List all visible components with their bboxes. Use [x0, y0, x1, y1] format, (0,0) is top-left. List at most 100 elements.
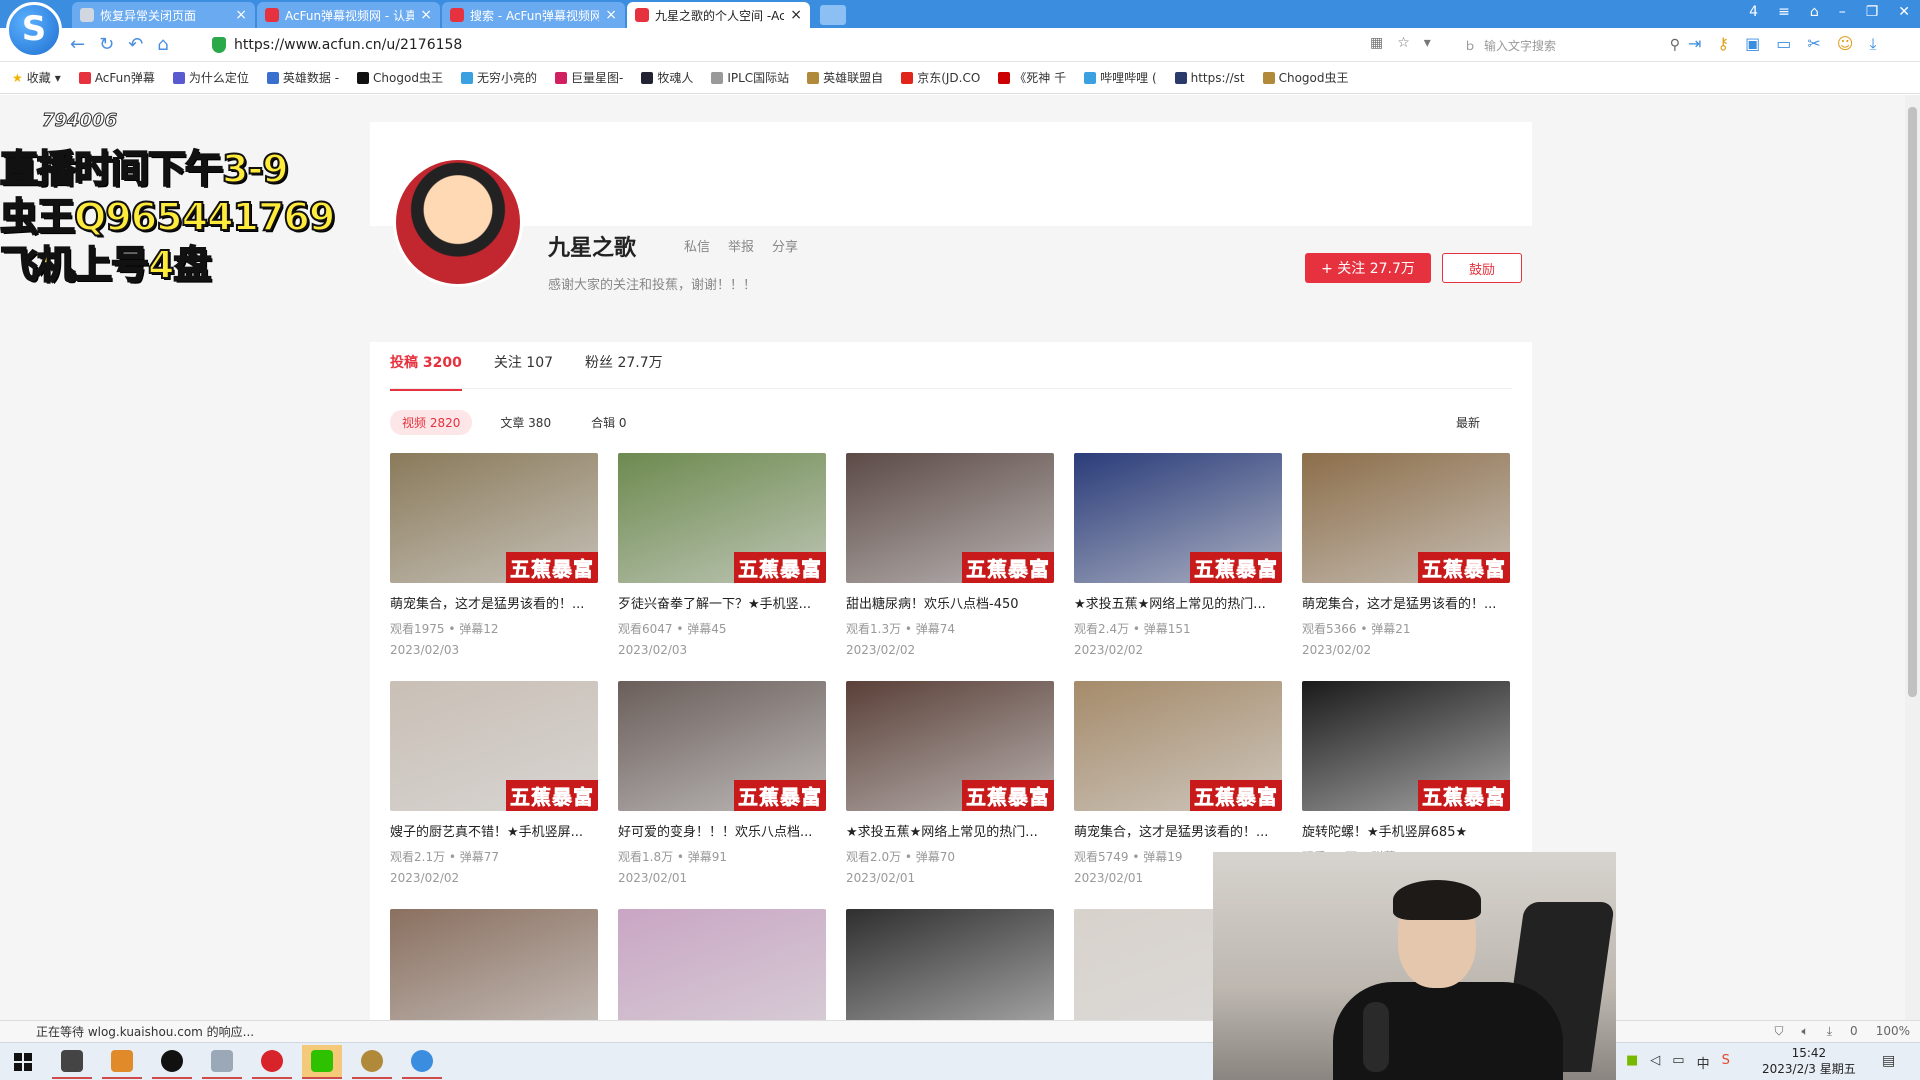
close-icon[interactable]: ×: [605, 7, 617, 23]
bookmark-item[interactable]: 牧魂人: [641, 69, 693, 86]
subtab-articles[interactable]: 文章 380: [488, 410, 563, 435]
taskbar-app[interactable]: [102, 1045, 142, 1079]
subtab-collections[interactable]: 合辑 0: [579, 410, 638, 435]
tab-restore[interactable]: 恢复异常关闭页面 ×: [72, 2, 255, 28]
video-title[interactable]: 萌宠集合，这才是猛男该看的！...: [1302, 593, 1510, 612]
bookmark-item[interactable]: 英雄联盟自: [807, 69, 883, 86]
download-icon[interactable]: ⤓: [1869, 34, 1876, 54]
video-title[interactable]: 萌宠集合，这才是猛男该看的！...: [1074, 821, 1282, 840]
video-title[interactable]: 歹徒兴奋拳了解一下？★手机竖...: [618, 593, 826, 612]
clock[interactable]: 15:42 2023/2/3 星期五: [1762, 1045, 1856, 1077]
video-thumbnail[interactable]: 五蕉暴富: [1302, 681, 1510, 811]
follow-button[interactable]: + 关注 27.7万: [1305, 253, 1431, 283]
qr-icon[interactable]: ▦: [1370, 35, 1383, 51]
translate-icon[interactable]: ▣: [1745, 34, 1760, 54]
video-card[interactable]: 五蕉暴富 ★求投五蕉★网络上常见的热门... 观看2.4万 • 弹幕151 2023/…: [1074, 453, 1282, 657]
shield-icon[interactable]: ⛉: [1775, 1024, 1784, 1039]
video-card[interactable]: 五蕉暴富 好可爱的变身！！！欢乐八点档... 观看1.8万 • 弹幕91 2023/0…: [618, 681, 826, 885]
ime-icon[interactable]: 中: [1697, 1053, 1710, 1072]
tab-acfun-search[interactable]: 搜索 - AcFun弹幕视频网 ×: [442, 2, 625, 28]
taskbar-app[interactable]: [352, 1045, 392, 1079]
screen-icon[interactable]: ▭: [1776, 34, 1791, 54]
video-card[interactable]: 五蕉暴富 甜出糖尿病！欢乐八点档-450 观看1.3万 • 弹幕74 2023/02/…: [846, 453, 1054, 657]
video-card[interactable]: 五蕉暴富旋转陀螺！★手机竖屏685★观看1.5万 • 弹幕80: [1302, 681, 1510, 865]
volume-icon[interactable]: ◁: [1650, 1053, 1660, 1072]
skin-icon[interactable]: ⌂: [1810, 4, 1819, 20]
minimize-icon[interactable]: –: [1839, 4, 1846, 20]
tab-following[interactable]: 关注 107: [494, 352, 553, 391]
video-title[interactable]: 旋转陀螺！★手机竖屏685★: [1302, 821, 1510, 840]
key-icon[interactable]: ⚷: [1717, 34, 1729, 54]
video-card[interactable]: 五蕉暴富 歹徒兴奋拳了解一下？★手机竖... 观看6047 • 弹幕45 2023/0…: [618, 453, 826, 657]
video-card[interactable]: 五蕉暴富 ★求投五蕉★网络上常见的热门... 观看2.0万 • 弹幕70 2023/0…: [846, 681, 1054, 885]
reward-button[interactable]: 鼓励: [1442, 253, 1522, 283]
search-icon[interactable]: ⚲: [1670, 37, 1680, 53]
chevron-down-icon[interactable]: ▾: [1424, 35, 1431, 51]
share-link[interactable]: 分享: [772, 236, 798, 255]
sogou-icon[interactable]: S: [1722, 1053, 1730, 1072]
taskbar-app[interactable]: [252, 1045, 292, 1079]
bookmark-item[interactable]: https://st: [1174, 71, 1245, 85]
close-icon[interactable]: ×: [420, 7, 432, 23]
nvidia-icon[interactable]: ■: [1626, 1053, 1638, 1072]
refresh-icon[interactable]: ↻: [99, 34, 114, 55]
video-thumbnail[interactable]: 五蕉暴富: [1074, 453, 1282, 583]
url-text[interactable]: https://www.acfun.cn/u/2176158: [234, 37, 462, 53]
bookmark-item[interactable]: Chogod虫王: [1262, 69, 1349, 86]
video-title[interactable]: ★求投五蕉★网络上常见的热门...: [1074, 593, 1282, 612]
bookmark-item[interactable]: 为什么定位: [172, 69, 249, 86]
star-icon[interactable]: ☆: [1397, 35, 1410, 51]
close-window-icon[interactable]: ✕: [1898, 4, 1910, 20]
taskbar-app[interactable]: [302, 1045, 342, 1079]
back-icon[interactable]: ←: [70, 34, 85, 55]
bookmark-item[interactable]: AcFun弹幕: [78, 69, 155, 86]
tab-acfun-home[interactable]: AcFun弹幕视频网 - 认真 ×: [257, 2, 440, 28]
tab-user-space[interactable]: 九星之歌的个人空间 -AcFun ×: [627, 2, 810, 28]
report-link[interactable]: 举报: [728, 236, 754, 255]
bookmark-item[interactable]: 哔哩哔哩 (: [1084, 69, 1157, 86]
video-thumbnail[interactable]: 五蕉暴富: [1302, 453, 1510, 583]
close-icon[interactable]: ×: [235, 7, 247, 23]
video-thumbnail[interactable]: 五蕉暴富: [1074, 681, 1282, 811]
sort-latest[interactable]: 最新: [1456, 414, 1480, 431]
subtab-videos[interactable]: 视频 2820: [390, 410, 473, 435]
video-thumbnail[interactable]: 五蕉暴富: [846, 453, 1054, 583]
bookmark-item[interactable]: 无穷小亮的: [460, 69, 537, 86]
taskbar-app[interactable]: [202, 1045, 242, 1079]
video-card[interactable]: 五蕉暴富 萌宠集合，这才是猛男该看的！... 观看5366 • 弹幕21 2023/0…: [1302, 453, 1510, 657]
bookmark-item[interactable]: 英雄数据 -: [266, 69, 339, 86]
taskbar-app[interactable]: [52, 1045, 92, 1079]
video-thumbnail[interactable]: 五蕉暴富: [618, 453, 826, 583]
video-thumbnail[interactable]: 五蕉暴富: [390, 453, 598, 583]
bookmark-item[interactable]: Chogod虫王: [357, 69, 443, 86]
bookmark-item[interactable]: IPLC国际站: [711, 69, 789, 86]
volume-icon[interactable]: 🔈︎: [1802, 1024, 1809, 1039]
message-link[interactable]: 私信: [684, 236, 710, 255]
emoji-icon[interactable]: ☺: [1837, 34, 1854, 54]
url-field[interactable]: https://www.acfun.cn/u/2176158: [212, 32, 1452, 58]
undo-icon[interactable]: ↶: [128, 34, 143, 55]
taskbar-app[interactable]: [152, 1045, 192, 1079]
home-icon[interactable]: ⌂: [157, 34, 168, 55]
video-thumbnail[interactable]: 五蕉暴富: [390, 681, 598, 811]
bookmark-favorites[interactable]: ★ 收藏 ▾: [12, 69, 61, 86]
video-title[interactable]: ★求投五蕉★网络上常见的热门...: [846, 821, 1054, 840]
close-icon[interactable]: ×: [790, 7, 802, 23]
download-icon[interactable]: ⤓: [1827, 1024, 1832, 1039]
menu-icon[interactable]: ≡: [1778, 4, 1790, 20]
windows-start-icon[interactable]: [14, 1053, 32, 1071]
network-icon[interactable]: ▭: [1672, 1053, 1684, 1072]
search-input[interactable]: 输入文字搜索: [1484, 37, 1556, 54]
taskbar-app[interactable]: [402, 1045, 442, 1079]
tab-count-badge[interactable]: 4: [1749, 4, 1758, 20]
scissors-icon[interactable]: ✂: [1807, 34, 1820, 54]
browser-logo-icon[interactable]: S: [6, 2, 62, 58]
video-title[interactable]: 萌宠集合，这才是猛男该看的！...: [390, 593, 598, 612]
bookmark-item[interactable]: 巨量星图-: [554, 69, 623, 86]
video-card[interactable]: 五蕉暴富 嫂子的厨艺真不错！★手机竖屏... 观看2.1万 • 弹幕77 2023/0…: [390, 681, 598, 885]
bookmark-item[interactable]: 《死神 千: [998, 69, 1066, 86]
zoom-level[interactable]: 100%: [1876, 1024, 1910, 1039]
tab-fans[interactable]: 粉丝 27.7万: [585, 352, 663, 391]
new-tab-button[interactable]: [820, 5, 846, 25]
video-thumbnail[interactable]: 五蕉暴富: [618, 681, 826, 811]
